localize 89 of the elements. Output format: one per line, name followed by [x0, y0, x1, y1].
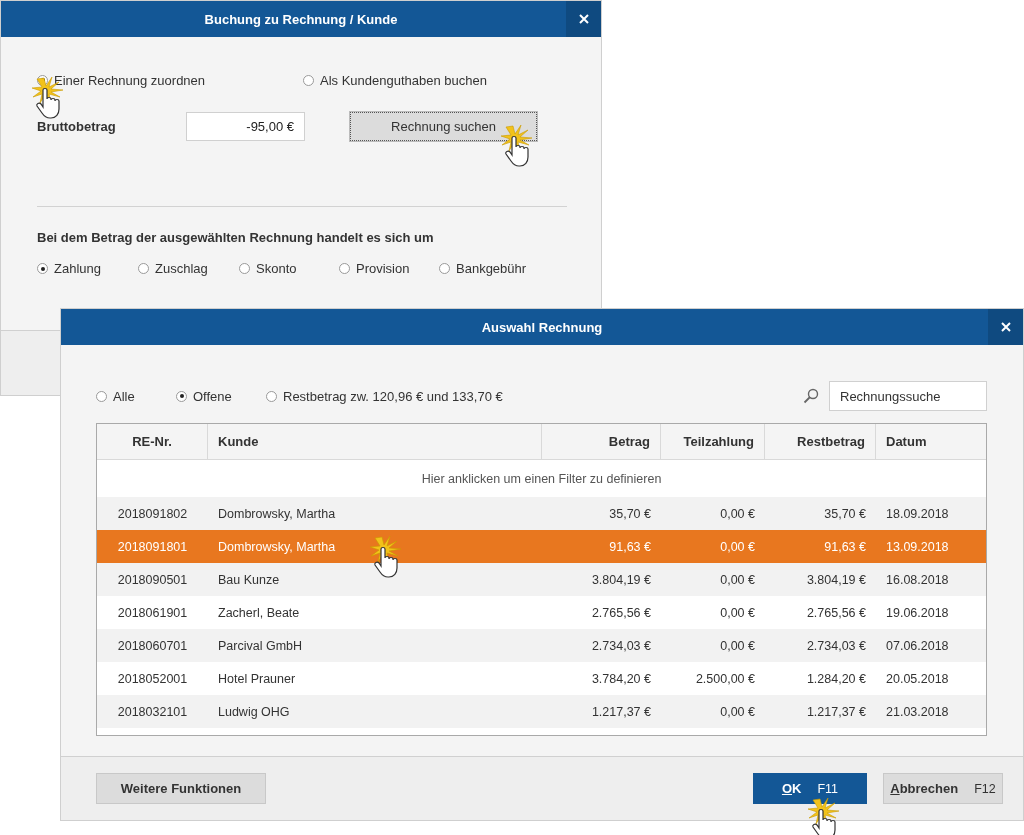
radio-button[interactable]: [339, 263, 350, 274]
window-title: Auswahl Rechnung: [480, 319, 604, 335]
radio-label[interactable]: Bankgebühr: [456, 261, 527, 276]
table-cell: 2018052001: [117, 671, 188, 686]
table-cell: 2018091801: [117, 539, 188, 554]
cancel-button[interactable]: Abbrechen F12: [883, 773, 1003, 804]
close-icon: [1000, 322, 1011, 332]
table-cell: 18.09.2018: [886, 506, 949, 521]
radio-button[interactable]: [266, 390, 277, 402]
table-cell: 1.284,20 €: [806, 671, 866, 686]
table-cell: Dombrowsky, Martha: [218, 506, 336, 521]
radio-label[interactable]: Skonto: [256, 261, 297, 276]
search-button[interactable]: Rechnung suchen: [350, 111, 537, 141]
table-cell: 1.217,37 €: [591, 704, 651, 719]
column-header[interactable]: Teilzahlung: [661, 424, 765, 459]
column-header[interactable]: Kunde: [208, 424, 542, 459]
table-cell: 2.734,03 €: [806, 638, 866, 653]
table-cell: 0,00 €: [720, 704, 755, 719]
table-cell: 2018061901: [117, 605, 188, 620]
radio-button[interactable]: [239, 263, 250, 274]
table-cell: 0,00 €: [720, 605, 755, 620]
table-row[interactable]: 2018052001 Hotel Prauner 3.784,20 € 2.500,00 € 1.284,20 € 20.05.2018: [97, 662, 986, 695]
table-cell: 2018091802: [117, 506, 188, 521]
radio-label[interactable]: Zahlung: [54, 261, 101, 276]
table-cell: 13.09.2018: [886, 539, 949, 554]
table-cell: Dombrowsky, Martha: [218, 539, 336, 554]
search-icon: [803, 388, 819, 404]
radio-button[interactable]: [303, 74, 314, 86]
radio-button[interactable]: [176, 390, 187, 402]
table-cell: 1.217,37 €: [806, 704, 866, 719]
column-header[interactable]: Restbetrag: [765, 424, 876, 459]
ok-button[interactable]: OK F11: [753, 773, 867, 804]
radio-button[interactable]: [138, 263, 149, 274]
table-cell: 16.08.2018: [886, 572, 949, 587]
table-cell: 91,63 €: [824, 539, 866, 554]
table-cell: 2.734,03 €: [591, 638, 651, 653]
close-button[interactable]: [566, 1, 601, 37]
close-button[interactable]: [988, 309, 1023, 345]
table-cell: 21.03.2018: [886, 704, 949, 719]
radio-label[interactable]: Einer Rechnung zuordnen: [54, 72, 206, 88]
filter-row[interactable]: Hier anklicken um einen Filter zu definieren: [97, 460, 986, 497]
table-cell: Ludwig OHG: [218, 704, 290, 719]
radio-button[interactable]: [37, 263, 48, 274]
table-cell: Parcival GmbH: [218, 638, 303, 653]
table-cell: 3.804,19 €: [591, 572, 651, 587]
table-cell: 35,70 €: [824, 506, 866, 521]
radio-label[interactable]: Als Kundenguthaben buchen: [320, 72, 487, 88]
table-row[interactable]: 2018061901 Zacherl, Beate 2.765,56 € 0,00 € 2.765,56 € 19.06.2018: [97, 596, 986, 629]
table-row[interactable]: 2018090501 Bau Kunze 3.804,19 € 0,00 € 3.804,19 € 16.08.2018: [97, 563, 986, 596]
table-cell: 3.784,20 €: [591, 671, 651, 686]
column-header[interactable]: Datum: [876, 424, 986, 459]
search-field[interactable]: Rechnungssuche: [829, 381, 987, 411]
table-cell: 2.765,56 €: [806, 605, 866, 620]
table-cell: 2.500,00 €: [695, 671, 755, 686]
column-header[interactable]: Betrag: [542, 424, 661, 459]
table-cell: 0,00 €: [720, 638, 755, 653]
radio-label[interactable]: Zuschlag: [155, 261, 208, 276]
table-row[interactable]: 2018091802 Dombrowsky, Martha 35,70 € 0,00 € 35,70 € 18.09.2018: [97, 497, 986, 530]
table-cell: 2.765,56 €: [591, 605, 651, 620]
section-heading: Bei dem Betrag der ausgewählten Rechnung handelt es sich um: [37, 230, 435, 245]
table-cell: 0,00 €: [720, 539, 755, 554]
table-cell: 2018032101: [117, 704, 188, 719]
table-row[interactable]: 2018060701 Parcival GmbH 2.734,03 € 0,00 € 2.734,03 € 07.06.2018: [97, 629, 986, 662]
radio-button[interactable]: [439, 263, 450, 274]
radio-button[interactable]: [96, 390, 107, 402]
table-row[interactable]: 2018032101 Ludwig OHG 1.217,37 € 0,00 € 1.217,37 € 21.03.2018: [97, 695, 986, 728]
table-cell: Hotel Prauner: [218, 671, 296, 686]
table-cell: 35,70 €: [609, 506, 651, 521]
table-cell: 0,00 €: [720, 506, 755, 521]
radio-label[interactable]: Alle: [113, 388, 135, 404]
amount-field[interactable]: -95,00 €: [186, 111, 305, 141]
table-cell: 19.06.2018: [886, 605, 949, 620]
table-cell: 91,63 €: [609, 539, 651, 554]
table-cell: 0,00 €: [720, 572, 755, 587]
table-cell: Zacherl, Beate: [218, 605, 300, 620]
radio-label[interactable]: Restbetrag zw. 120,96 € und 133,70 €: [283, 388, 503, 404]
table-cell: 3.804,19 €: [806, 572, 866, 587]
field-label: Bruttobetrag: [37, 118, 117, 134]
window-title: Buchung zu Rechnung / Kunde: [203, 11, 399, 27]
radio-label[interactable]: Provision: [356, 261, 410, 276]
table-cell: 20.05.2018: [886, 671, 949, 686]
table-cell: 07.06.2018: [886, 638, 949, 653]
more-functions-button[interactable]: Weitere Funktionen: [96, 773, 266, 804]
table-cell: 2018090501: [117, 572, 188, 587]
column-header[interactable]: RE-Nr.: [97, 424, 208, 459]
table-cell: Bau Kunze: [218, 572, 280, 587]
close-icon: [578, 14, 589, 24]
radio-label[interactable]: Offene: [193, 388, 232, 404]
table-cell: 2018060701: [117, 638, 188, 653]
